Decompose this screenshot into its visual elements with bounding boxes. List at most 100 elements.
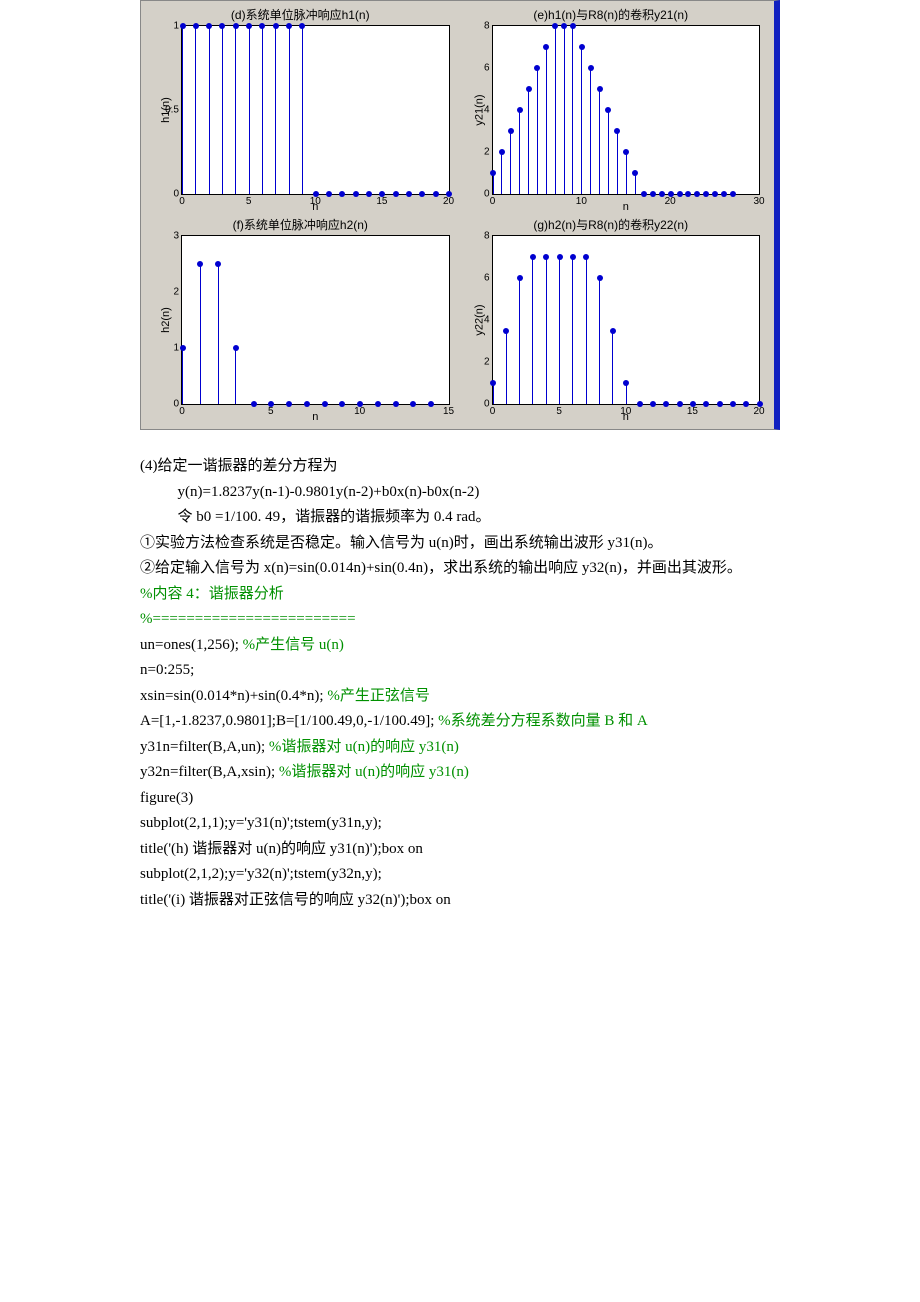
xlabel: n xyxy=(312,411,318,423)
stem xyxy=(506,331,507,405)
plot-frame: 024680102030 xyxy=(492,25,761,195)
code-8b: %谐振器对 u(n)的响应 y31(n) xyxy=(279,764,469,780)
stem xyxy=(249,26,250,194)
stem xyxy=(612,331,613,405)
chart-title: (e)h1(n)与R8(n)的卷积y21(n) xyxy=(458,7,765,23)
stem xyxy=(572,26,573,194)
stem xyxy=(586,257,587,404)
equation-2: 令 b0 =1/100. 49，谐振器的谐振频率为 0.4 rad。 xyxy=(140,505,780,531)
code-7: y31n=filter(B,A,un); %谐振器对 u(n)的响应 y31(n… xyxy=(140,735,780,761)
stem xyxy=(218,264,219,404)
subplot: (d)系统单位脉冲响应h1(n)00.5105101520h1(n)n xyxy=(147,7,454,213)
stem xyxy=(235,348,236,404)
ytick: 8 xyxy=(484,231,493,242)
stem xyxy=(235,26,236,194)
stem xyxy=(209,26,210,194)
stem xyxy=(555,26,556,194)
plot-box: 0246805101520y22(n)n xyxy=(492,235,761,405)
stem xyxy=(493,383,494,404)
stem xyxy=(195,26,196,194)
xtick: 5 xyxy=(246,194,252,207)
xtick: 5 xyxy=(268,404,274,417)
plot-box: 0123051015h2(n)n xyxy=(181,235,450,405)
ytick: 2 xyxy=(484,147,493,158)
stem xyxy=(626,152,627,194)
code-6a: A=[1,-1.8237,0.9801];B=[1/100.49,0,-1/10… xyxy=(140,713,438,729)
xtick: 0 xyxy=(490,194,496,207)
plot-frame: 00.5105101520 xyxy=(181,25,450,195)
ytick: 1 xyxy=(173,21,182,32)
xtick: 0 xyxy=(179,194,185,207)
code-5: xsin=sin(0.014*n)+sin(0.4*n); %产生正弦信号 xyxy=(140,684,780,710)
ytick: 6 xyxy=(484,273,493,284)
xtick: 20 xyxy=(753,404,764,417)
stem xyxy=(493,173,494,194)
stem xyxy=(302,26,303,194)
stem xyxy=(532,257,533,404)
comment-2: %======================== xyxy=(140,607,780,633)
chart-title: (d)系统单位脉冲响应h1(n) xyxy=(147,7,454,23)
stem xyxy=(182,26,183,194)
ytick: 2 xyxy=(173,287,182,298)
ylabel: h2(n) xyxy=(160,307,172,333)
stem xyxy=(559,257,560,404)
stem xyxy=(200,264,201,404)
stem xyxy=(289,26,290,194)
stem xyxy=(590,68,591,194)
code-5b: %产生正弦信号 xyxy=(327,688,430,704)
stem xyxy=(572,257,573,404)
code-4: n=0:255; xyxy=(140,658,780,684)
ytick: 1 xyxy=(173,343,182,354)
code-11: title('(h) 谐振器对 u(n)的响应 y31(n)');box on xyxy=(140,837,780,863)
xtick: 10 xyxy=(576,194,587,207)
question-4: (4)给定一谐振器的差分方程为 xyxy=(140,454,780,480)
code-13: title('(i) 谐振器对正弦信号的响应 y32(n)');box on xyxy=(140,888,780,914)
code-3a: un=ones(1,256); xyxy=(140,637,243,653)
ytick: 8 xyxy=(484,21,493,32)
plot-box: 00.5105101520h1(n)n xyxy=(181,25,450,195)
code-8: y32n=filter(B,A,xsin); %谐振器对 u(n)的响应 y31… xyxy=(140,760,780,786)
xtick: 15 xyxy=(687,404,698,417)
stem xyxy=(222,26,223,194)
xtick: 30 xyxy=(753,194,764,207)
equation-1: y(n)=1.8237y(n-1)-0.9801y(n-2)+b0x(n)-b0… xyxy=(140,480,780,506)
xtick: 15 xyxy=(376,194,387,207)
ylabel: y22(n) xyxy=(473,304,485,335)
stem xyxy=(599,89,600,194)
code-5a: xsin=sin(0.014*n)+sin(0.4*n); xyxy=(140,688,327,704)
comment-1: %内容 4：谐振器分析 xyxy=(140,582,780,608)
xlabel: n xyxy=(312,201,318,213)
subplot: (g)h2(n)与R8(n)的卷积y22(n) 0246805101520y22(… xyxy=(458,217,765,423)
xtick: 20 xyxy=(665,194,676,207)
stem xyxy=(608,110,609,194)
xtick: 20 xyxy=(443,194,454,207)
code-6: A=[1,-1.8237,0.9801];B=[1/100.49,0,-1/10… xyxy=(140,709,780,735)
ylabel: h1(n) xyxy=(160,97,172,123)
xlabel: n xyxy=(623,411,629,423)
code-7b: %谐振器对 u(n)的响应 y31(n) xyxy=(269,739,459,755)
xtick: 10 xyxy=(354,404,365,417)
ylabel: y21(n) xyxy=(473,94,485,125)
stem xyxy=(581,47,582,194)
ytick: 6 xyxy=(484,63,493,74)
stem xyxy=(537,68,538,194)
code-6b: %系统差分方程系数向量 B 和 A xyxy=(438,713,648,729)
code-8a: y32n=filter(B,A,xsin); xyxy=(140,764,279,780)
xtick: 15 xyxy=(443,404,454,417)
code-12: subplot(2,1,2);y='y32(n)';tstem(y32n,y); xyxy=(140,862,780,888)
xtick: 0 xyxy=(490,404,496,417)
plot-box: 024680102030y21(n)n xyxy=(492,25,761,195)
stem xyxy=(182,348,183,404)
code-3b: %产生信号 u(n) xyxy=(243,637,344,653)
code-3: un=ones(1,256); %产生信号 u(n) xyxy=(140,633,780,659)
para-2: ②给定输入信号为 x(n)=sin(0.014n)+sin(0.4n)，求出系统… xyxy=(140,556,780,582)
xlabel: n xyxy=(623,201,629,213)
plot-frame: 0123051015 xyxy=(181,235,450,405)
ytick: 2 xyxy=(484,357,493,368)
code-7a: y31n=filter(B,A,un); xyxy=(140,739,269,755)
chart-title: (g)h2(n)与R8(n)的卷积y22(n) xyxy=(458,217,765,233)
subplot: (f)系统单位脉冲响应h2(n)0123051015h2(n)n xyxy=(147,217,454,423)
stem xyxy=(546,257,547,404)
chart-panel: (d)系统单位脉冲响应h1(n)00.5105101520h1(n)n(e)h1… xyxy=(140,0,780,430)
stem xyxy=(635,173,636,194)
